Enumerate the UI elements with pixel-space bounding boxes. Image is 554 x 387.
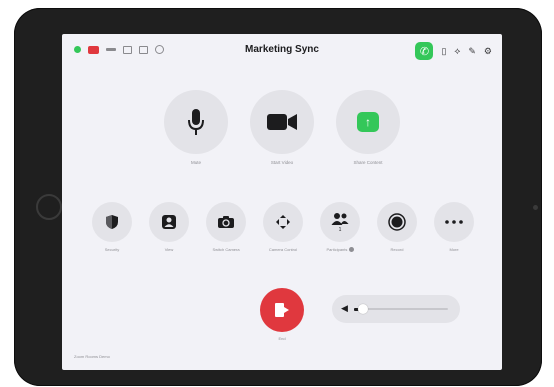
shield-icon	[106, 215, 118, 229]
footer-text: Zoom Rooms Demo	[74, 354, 110, 359]
volume-slider-handle[interactable]	[358, 304, 369, 314]
participants-label: Participants	[310, 247, 370, 253]
security-label: Security	[104, 247, 120, 252]
exit-door-icon	[275, 303, 289, 317]
participants-label-text: Participants	[326, 247, 348, 252]
speaker-icon: ◀	[341, 303, 348, 313]
volume-track[interactable]	[354, 304, 448, 314]
end-label: End	[278, 336, 286, 341]
start-video-label: Start Video	[270, 160, 294, 165]
view-label: View	[164, 247, 174, 252]
home-button	[36, 194, 62, 220]
share-content-label: Share Content	[353, 160, 383, 165]
share-content-button[interactable]: ↑	[336, 90, 400, 154]
share-screen-icon: ↑	[357, 112, 379, 132]
video-camera-icon	[267, 114, 297, 130]
gear-icon[interactable]: ⚙	[484, 46, 492, 56]
volume-control[interactable]: ◀	[332, 295, 460, 323]
mute-label: Mute	[190, 160, 201, 165]
camera-control-icon	[276, 215, 290, 229]
start-video-button[interactable]	[250, 90, 314, 154]
record-label: Record	[390, 247, 404, 252]
switch-camera-button[interactable]	[206, 202, 246, 242]
end-button[interactable]	[260, 288, 304, 332]
participants-count: 1	[338, 227, 342, 233]
action-icons: ✆ ▯ ⟡ ✎ ⚙	[415, 42, 492, 60]
edit-icon[interactable]: ✎	[468, 46, 476, 56]
record-icon	[388, 213, 406, 231]
switch-camera-icon	[218, 216, 234, 228]
more-icon	[445, 220, 463, 224]
more-button[interactable]	[434, 202, 474, 242]
switch-camera-label: Switch Camera	[212, 247, 240, 252]
mute-button[interactable]	[164, 90, 228, 154]
more-label: More	[449, 247, 459, 252]
microphone-icon	[188, 109, 204, 135]
screen: Marketing Sync ✆ ▯ ⟡ ✎ ⚙ Mute Start Vide…	[62, 34, 502, 370]
camera-control-label: Camera Control	[268, 247, 298, 252]
device-icon[interactable]: ▯	[441, 46, 446, 56]
phone-icon[interactable]: ✆	[415, 42, 434, 60]
participants-icon	[331, 213, 349, 225]
view-icon	[162, 215, 176, 229]
chevron-up-icon[interactable]	[348, 247, 354, 253]
camera-control-button[interactable]	[263, 202, 303, 242]
view-button[interactable]	[149, 202, 189, 242]
front-camera	[533, 205, 538, 210]
top-bar: Marketing Sync ✆ ▯ ⟡ ✎ ⚙	[62, 34, 502, 68]
participants-button[interactable]: 1	[320, 202, 360, 242]
security-button[interactable]	[92, 202, 132, 242]
connection-icon[interactable]: ⟡	[454, 46, 460, 56]
record-button[interactable]	[377, 202, 417, 242]
